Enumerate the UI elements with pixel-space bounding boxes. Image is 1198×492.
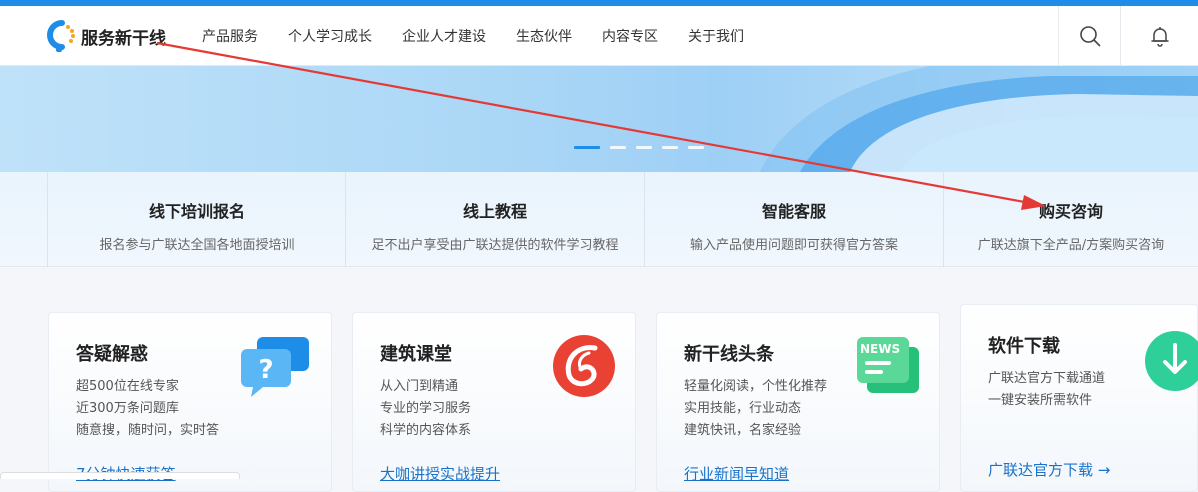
service-title: 线下培训报名 [148, 202, 245, 221]
card-line: 从入门到精通 [380, 379, 459, 394]
nav-item-enterprise-talent[interactable]: 企业人才建设 [402, 26, 486, 46]
card-line: 广联达官方下载通道 [988, 371, 1106, 386]
nav-item-personal-learning[interactable]: 个人学习成长 [288, 26, 372, 46]
site-header: 服务新干线 产品服务 个人学习成长 企业人才建设 生态伙伴 内容专区 关于我们 [0, 6, 1198, 66]
service-title: 购买咨询 [1038, 202, 1103, 221]
card-classroom[interactable]: 建筑课堂 从入门到精通 专业的学习服务 科学的内容体系 大咖讲授实战提升 [352, 312, 636, 492]
card-link-classroom[interactable]: 大咖讲授实战提升 [380, 463, 500, 484]
service-purchase-consult[interactable]: 购买咨询 广联达旗下全产品/方案购买咨询 [943, 172, 1198, 267]
carousel-indicators [574, 146, 714, 149]
nav-item-content[interactable]: 内容专区 [602, 26, 658, 46]
floating-tooltip [0, 472, 240, 479]
cloud-download-icon [1145, 331, 1198, 391]
card-line: 一键安装所需软件 [988, 393, 1093, 408]
service-offline-training[interactable]: 线下培训报名 报名参与广联达全国各地面授培训 [47, 172, 346, 267]
carousel-dot-2[interactable] [610, 146, 626, 149]
bell-icon [1150, 27, 1169, 47]
search-button[interactable] [1058, 6, 1120, 66]
card-title: 新干线头条 [684, 344, 774, 365]
card-line: 超500位在线专家 [76, 379, 179, 394]
card-line: 近300万条问题库 [76, 401, 179, 416]
carousel-dot-5[interactable] [688, 146, 704, 149]
service-smart-support[interactable]: 智能客服 输入产品使用问题即可获得官方答案 [644, 172, 943, 267]
card-link-download[interactable]: 广联达官方下载 → [988, 459, 1110, 480]
card-qa[interactable]: 答疑解惑 超500位在线专家 近300万条问题库 随意搜，随时问，实时答 7分钟… [48, 312, 332, 492]
hero-banner[interactable] [0, 66, 1198, 172]
service-title: 线上教程 [462, 202, 527, 221]
svg-text:?: ? [258, 355, 273, 385]
banner-graphic [760, 66, 1198, 172]
nav-item-products[interactable]: 产品服务 [202, 26, 258, 46]
service-desc: 报名参与广联达全国各地面授培训 [99, 238, 295, 253]
card-line: 轻量化阅读，个性化推荐 [684, 379, 828, 394]
question-chat-icon: ? [241, 337, 309, 397]
card-line: 科学的内容体系 [380, 423, 472, 438]
site-logo[interactable]: 服务新干线 [45, 18, 166, 54]
logo-text: 服务新干线 [81, 28, 166, 49]
card-link-headlines[interactable]: 行业新闻早知道 [684, 463, 789, 484]
carousel-dot-3[interactable] [636, 146, 652, 149]
news-icon: NEWS [857, 337, 921, 395]
card-title: 软件下载 [988, 336, 1060, 357]
carousel-dot-4[interactable] [662, 146, 678, 149]
carousel-dot-1[interactable] [574, 146, 600, 149]
service-desc: 广联达旗下全产品/方案购买咨询 [977, 238, 1165, 253]
service-online-tutorials[interactable]: 线上教程 足不出户享受由广联达提供的软件学习教程 [345, 172, 644, 267]
card-line: 专业的学习服务 [380, 401, 472, 416]
news-icon-label: NEWS [860, 342, 901, 356]
search-icon [1079, 26, 1100, 47]
card-title: 答疑解惑 [76, 344, 148, 365]
notification-button[interactable] [1120, 6, 1198, 66]
card-line: 实用技能，行业动态 [684, 401, 802, 416]
nav-item-ecosystem[interactable]: 生态伙伴 [516, 26, 572, 46]
card-download[interactable]: 软件下载 广联达官方下载通道 一键安装所需软件 广联达官方下载 → [960, 304, 1198, 492]
card-headlines[interactable]: 新干线头条 轻量化阅读，个性化推荐 实用技能，行业动态 建筑快讯，名家经验 行业… [656, 312, 940, 492]
card-title: 建筑课堂 [380, 344, 452, 365]
service-title: 智能客服 [761, 202, 826, 221]
service-desc: 足不出户享受由广联达提供的软件学习教程 [371, 238, 619, 253]
logo-icon [45, 19, 79, 53]
nav-item-about[interactable]: 关于我们 [688, 26, 744, 46]
classroom-logo-icon [553, 335, 615, 397]
service-strip: 线下培训报名 报名参与广联达全国各地面授培训 线上教程 足不出户享受由广联达提供… [0, 172, 1198, 267]
card-line: 建筑快讯，名家经验 [684, 423, 802, 438]
main-nav: 产品服务 个人学习成长 企业人才建设 生态伙伴 内容专区 关于我们 [202, 6, 774, 66]
service-desc: 输入产品使用问题即可获得官方答案 [689, 238, 898, 253]
card-line: 随意搜，随时问，实时答 [76, 423, 220, 438]
